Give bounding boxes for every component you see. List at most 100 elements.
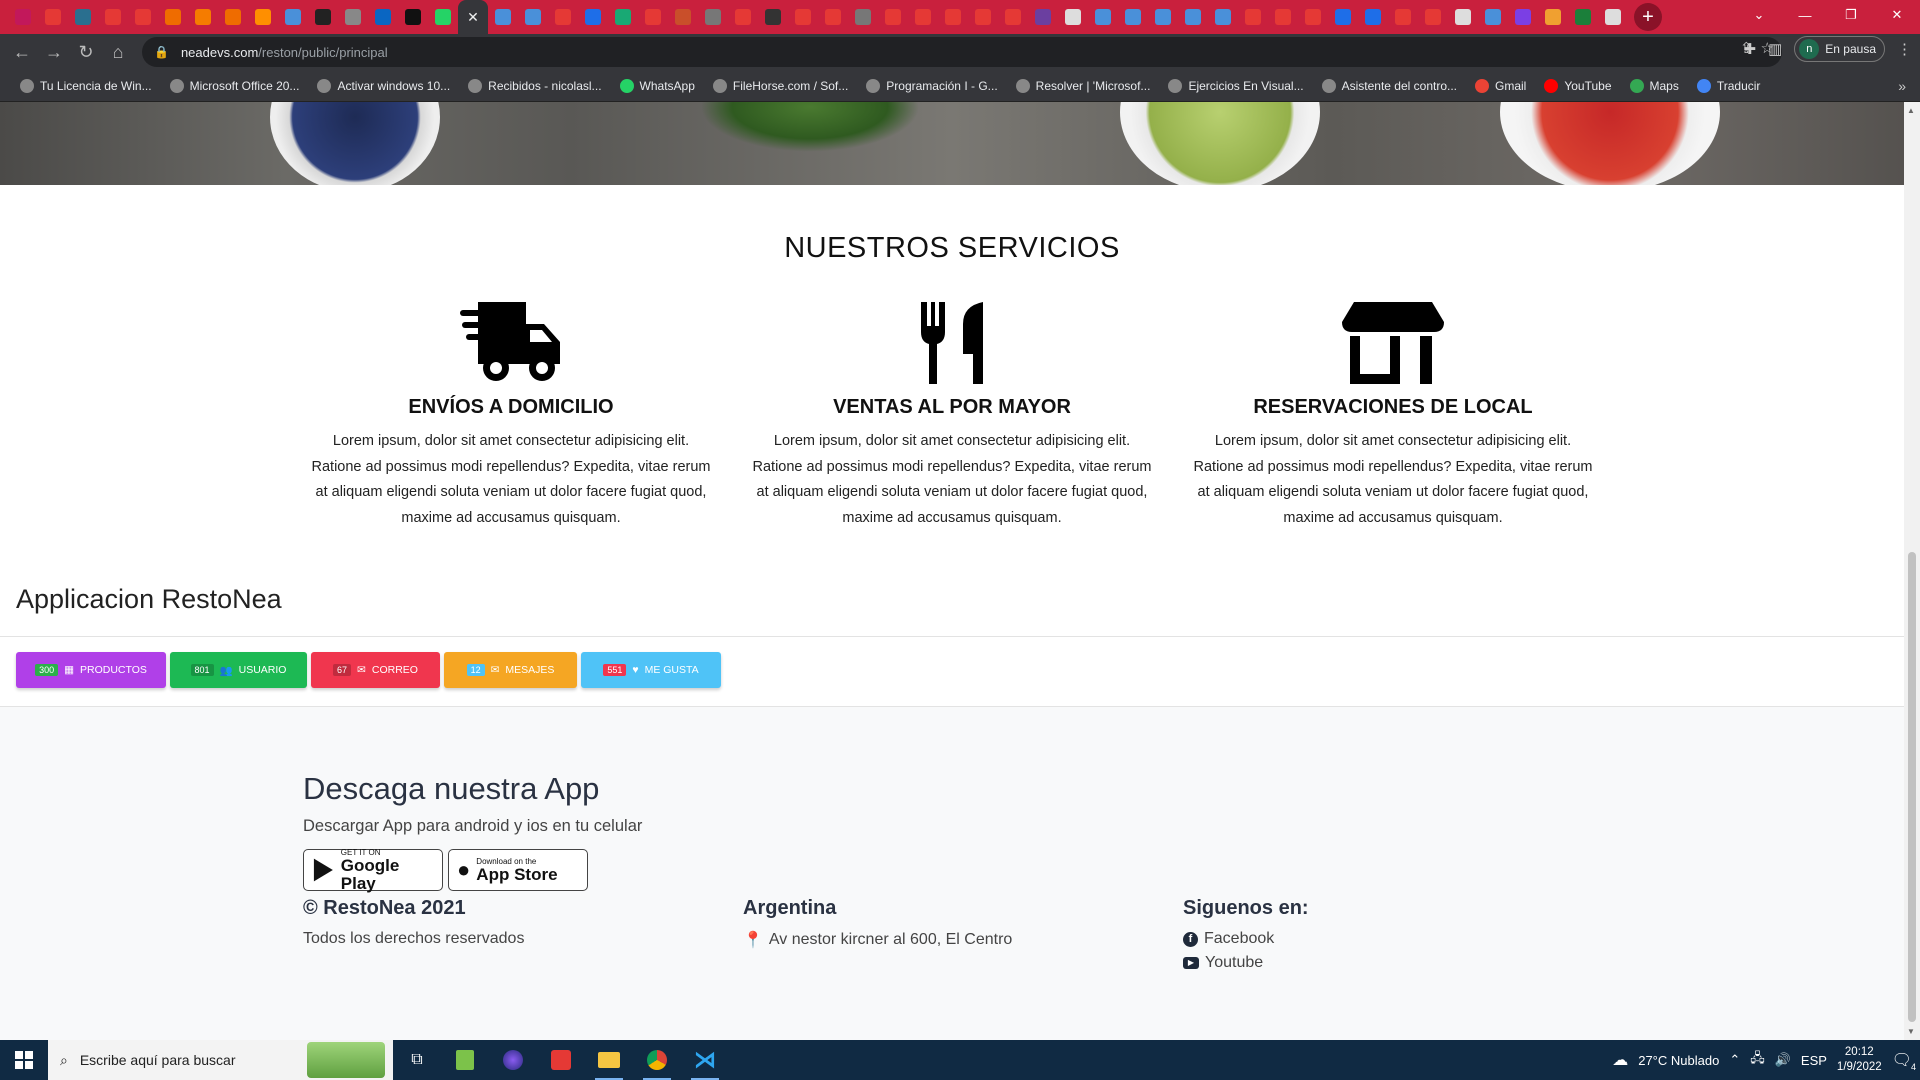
vscode-app-icon[interactable]: ⋊ [681,1040,729,1080]
browser-tab[interactable] [518,0,548,34]
browser-tab[interactable] [968,0,998,34]
browser-tab[interactable] [1058,0,1088,34]
browser-tab[interactable]: ✕ [458,0,488,34]
close-tab-icon[interactable]: ✕ [467,9,479,26]
notepad-app-icon[interactable] [441,1040,489,1080]
browser-tab[interactable] [728,0,758,34]
browser-tab[interactable] [1208,0,1238,34]
browser-tab[interactable] [938,0,968,34]
browser-tab[interactable] [1388,0,1418,34]
address-bar[interactable]: 🔒 neadevs.com/reston/public/principal ⇪ … [142,37,1782,67]
messages-button[interactable]: 12 ✉ MESAJES [444,652,577,688]
taskbar-search[interactable]: ⌕ Escribe aquí para buscar [48,1040,393,1080]
start-button[interactable] [0,1040,48,1080]
browser-tab[interactable] [428,0,458,34]
tab-search-icon[interactable]: ⌄ [1736,0,1782,30]
bookmark-item[interactable]: YouTube [1544,78,1612,93]
bookmark-item[interactable]: FileHorse.com / Sof... [712,78,848,93]
browser-tab[interactable] [848,0,878,34]
bookmark-item[interactable]: WhatsApp [619,78,695,93]
browser-tab[interactable] [998,0,1028,34]
browser-tab[interactable] [818,0,848,34]
app-store-button[interactable]: ● Download on the App Store [448,849,588,891]
menu-icon[interactable]: ⋮ [1897,40,1912,58]
browser-tab[interactable] [1418,0,1448,34]
browser-tab[interactable] [1448,0,1478,34]
google-play-button[interactable]: GET IT ON Google Play [303,848,443,892]
browser-tab[interactable] [38,0,68,34]
forward-button[interactable]: → [38,36,70,68]
profile-button[interactable]: n En pausa [1794,36,1885,62]
bookmark-item[interactable]: Asistente del contro... [1321,78,1457,93]
browser-tab[interactable] [68,0,98,34]
browser-tab[interactable] [8,0,38,34]
bookmark-item[interactable]: Programación I - G... [866,78,998,93]
bookmark-item[interactable]: Gmail [1475,78,1526,93]
browser-tab[interactable] [638,0,668,34]
browser-tab[interactable] [278,0,308,34]
side-panel-icon[interactable]: ▥ [1768,40,1782,58]
notifications-icon[interactable]: 🗨 4 [1892,1050,1916,1072]
chrome-app-icon[interactable] [633,1040,681,1080]
browser-tab[interactable] [758,0,788,34]
browser-tab[interactable] [398,0,428,34]
bookmark-item[interactable]: Activar windows 10... [317,78,450,93]
products-button[interactable]: 300 ▦ PRODUCTOS [16,652,166,688]
new-tab-button[interactable]: + [1634,3,1662,31]
more-bookmarks-icon[interactable]: » [1898,78,1906,94]
browser-tab[interactable] [188,0,218,34]
facebook-link[interactable]: f Facebook [1183,930,1309,948]
youtube-link[interactable]: ▶ Youtube [1183,954,1309,972]
browser-tab[interactable] [1268,0,1298,34]
weather-text[interactable]: 27°C Nublado [1638,1053,1719,1068]
scroll-down-icon[interactable]: ▼ [1907,1027,1915,1036]
browser-tab[interactable] [1178,0,1208,34]
browser-tab[interactable] [1148,0,1178,34]
page-scrollbar[interactable]: ▲ ▼ [1904,102,1920,1040]
browser-tab[interactable] [1328,0,1358,34]
browser-tab[interactable] [1568,0,1598,34]
browser-tab[interactable] [338,0,368,34]
bookmark-item[interactable]: Resolver | 'Microsof... [1015,78,1150,93]
browser-tab[interactable] [158,0,188,34]
bookmark-item[interactable]: Microsoft Office 20... [169,78,299,93]
browser-app-icon[interactable] [489,1040,537,1080]
browser-tab[interactable] [1508,0,1538,34]
browser-tab[interactable] [1478,0,1508,34]
browser-tab[interactable] [668,0,698,34]
browser-tab[interactable] [128,0,158,34]
browser-tab[interactable] [308,0,338,34]
language-indicator[interactable]: ESP [1801,1053,1827,1068]
task-view-icon[interactable]: ⧉ [393,1040,441,1080]
close-window-button[interactable]: ✕ [1874,0,1920,30]
clock[interactable]: 20:12 1/9/2022 [1837,1045,1882,1075]
browser-tab[interactable] [608,0,638,34]
volume-icon[interactable]: 🔊 [1775,1052,1791,1068]
back-button[interactable]: ← [6,36,38,68]
browser-tab[interactable] [488,0,518,34]
anydesk-app-icon[interactable] [537,1040,585,1080]
bookmark-item[interactable]: Tu Licencia de Win... [20,78,152,93]
browser-tab[interactable] [1358,0,1388,34]
browser-tab[interactable] [878,0,908,34]
browser-tab[interactable] [578,0,608,34]
browser-tab[interactable] [1598,0,1628,34]
browser-tab[interactable] [1088,0,1118,34]
tray-overflow-icon[interactable]: ⌃ [1729,1052,1740,1068]
browser-tab[interactable] [1538,0,1568,34]
likes-button[interactable]: 551 ♥ ME GUSTA [581,652,721,688]
browser-tab[interactable] [1298,0,1328,34]
scrollbar-thumb[interactable] [1908,552,1916,1022]
users-button[interactable]: 801 👥 USUARIO [170,652,307,688]
browser-tab[interactable] [218,0,248,34]
browser-tab[interactable] [98,0,128,34]
browser-tab[interactable] [1238,0,1268,34]
bookmark-item[interactable]: Ejercicios En Visual... [1168,78,1304,93]
reload-button[interactable]: ↻ [70,36,102,68]
browser-tab[interactable] [368,0,398,34]
minimize-button[interactable]: — [1782,0,1828,30]
browser-tab[interactable] [908,0,938,34]
browser-tab[interactable] [1028,0,1058,34]
extensions-icon[interactable]: ✚ [1744,40,1757,58]
browser-tab[interactable] [1118,0,1148,34]
